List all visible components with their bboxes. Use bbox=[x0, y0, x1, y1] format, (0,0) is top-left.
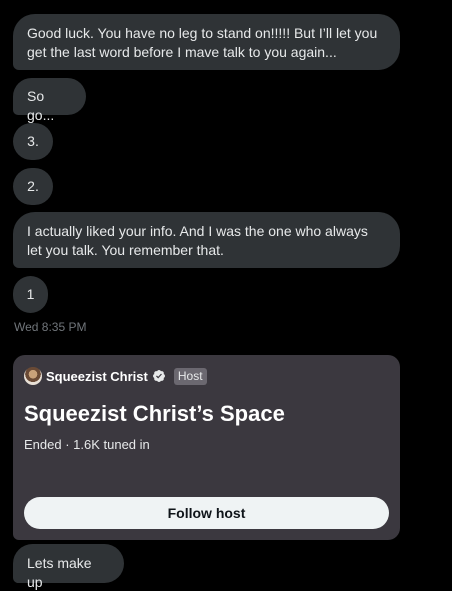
message-text: 3. bbox=[27, 133, 39, 149]
avatar[interactable] bbox=[24, 367, 42, 385]
follow-host-button[interactable]: Follow host bbox=[24, 497, 389, 529]
message-bubble[interactable]: 3. bbox=[13, 123, 53, 160]
space-title: Squeezist Christ’s Space bbox=[24, 401, 285, 426]
verified-badge-icon bbox=[152, 369, 166, 383]
host-name[interactable]: Squeezist Christ bbox=[46, 369, 148, 384]
message-text: So go... bbox=[27, 88, 55, 123]
message-text: 2. bbox=[27, 178, 39, 194]
dm-conversation: Good luck. You have no leg to stand on!!… bbox=[0, 0, 452, 591]
message-text: Lets make up bbox=[27, 555, 92, 590]
space-card[interactable]: Squeezist Christ Host Squeezist Christ’s… bbox=[13, 355, 400, 540]
message-bubble[interactable]: Lets make up bbox=[13, 544, 124, 590]
message-text: Good luck. You have no leg to stand on!!… bbox=[27, 25, 378, 60]
message-bubble[interactable]: 2. bbox=[13, 168, 53, 205]
message-text: 1 bbox=[26, 286, 35, 302]
space-host-row: Squeezist Christ Host bbox=[24, 366, 389, 386]
space-status: Ended · 1.6K tuned in bbox=[24, 437, 150, 452]
message-bubble[interactable]: I actually liked your info. And I was th… bbox=[13, 212, 400, 268]
host-badge: Host bbox=[173, 367, 207, 385]
message-text: I actually liked your info. And I was th… bbox=[27, 223, 368, 258]
message-timestamp: Wed 8:35 PM bbox=[14, 320, 87, 334]
message-bubble[interactable]: Good luck. You have no leg to stand on!!… bbox=[13, 14, 400, 70]
message-bubble[interactable]: 1 bbox=[13, 276, 48, 313]
message-bubble[interactable]: So go... bbox=[13, 78, 86, 123]
